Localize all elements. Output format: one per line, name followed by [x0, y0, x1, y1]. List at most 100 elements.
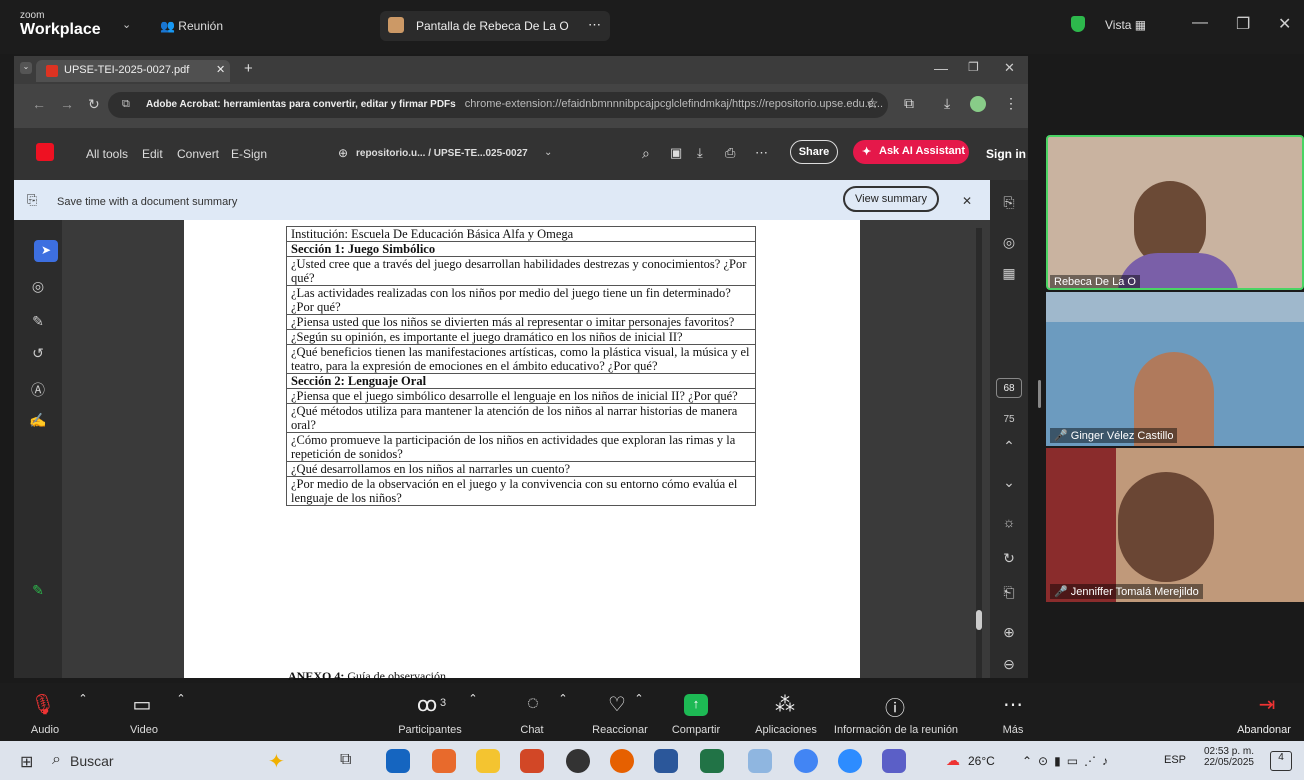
- thumbnails-icon[interactable]: ▣: [670, 145, 682, 161]
- copilot-sparkle-icon[interactable]: ✦: [268, 749, 285, 774]
- comment-tool-icon[interactable]: ◎: [14, 278, 62, 295]
- sign-in-button[interactable]: Sign in: [986, 147, 1026, 161]
- share-button[interactable]: Share: [790, 140, 838, 164]
- react-options-icon[interactable]: ⌃: [632, 692, 646, 705]
- organize-pages-icon[interactable]: ⎗: [990, 584, 1028, 601]
- share-screen-button[interactable]: Compartir: [664, 724, 728, 736]
- menu-edit[interactable]: Edit: [142, 147, 163, 161]
- participants-icon[interactable]: ꝏ: [412, 692, 442, 717]
- forward-icon[interactable]: →: [60, 96, 74, 112]
- brightness-icon[interactable]: ☼: [990, 514, 1028, 530]
- chat-button[interactable]: Chat: [512, 724, 552, 736]
- file-explorer-icon[interactable]: [476, 749, 500, 773]
- download-icon[interactable]: ⤓: [944, 95, 950, 112]
- firefox-icon[interactable]: [610, 749, 634, 773]
- menu-esign[interactable]: E-Sign: [231, 147, 267, 161]
- browser-menu-icon[interactable]: ⋮: [1004, 95, 1018, 112]
- close-tab-icon[interactable]: ✕: [216, 63, 225, 76]
- more-icon[interactable]: ⋯: [588, 17, 601, 33]
- notification-center-icon[interactable]: 4: [1270, 751, 1292, 771]
- text-tool-icon[interactable]: Ⓐ: [14, 380, 62, 400]
- video-tile-2[interactable]: 🎤 Ginger Vélez Castillo: [1046, 292, 1304, 446]
- excel-icon[interactable]: [700, 749, 724, 773]
- more-options-icon[interactable]: ⋯: [998, 692, 1028, 717]
- more-tools-icon[interactable]: ⋯: [755, 145, 768, 161]
- video-tile-1[interactable]: Rebeca De La O: [1046, 135, 1304, 290]
- info-icon[interactable]: ⓘ: [880, 692, 910, 721]
- taskbar-search-icon[interactable]: ⌕: [52, 751, 61, 769]
- tab-menu-icon[interactable]: ⌄: [20, 62, 32, 74]
- shield-icon[interactable]: [1071, 16, 1085, 32]
- video-button[interactable]: Video: [124, 724, 164, 736]
- outlook-icon[interactable]: [386, 749, 410, 773]
- view-button[interactable]: Vista ▦: [1105, 18, 1146, 32]
- video-options-icon[interactable]: ⌃: [174, 692, 188, 705]
- extensions-icon[interactable]: ⧉: [904, 95, 914, 112]
- ask-ai-button[interactable]: ✦ Ask AI Assistant: [853, 140, 969, 164]
- close-icon[interactable]: ✕: [1278, 14, 1291, 34]
- taskbar-search[interactable]: Buscar: [70, 753, 114, 769]
- photos-icon[interactable]: [432, 749, 456, 773]
- bookmark-star-icon[interactable]: ☆: [866, 95, 879, 112]
- close-banner-icon[interactable]: ✕: [962, 194, 972, 208]
- word-icon[interactable]: [654, 749, 678, 773]
- react-heart-icon[interactable]: ♡: [602, 692, 632, 717]
- panel-resize-handle[interactable]: [1038, 380, 1041, 408]
- input-language[interactable]: ESP: [1164, 754, 1186, 766]
- chat-options-icon[interactable]: ⌃: [556, 692, 570, 705]
- highlight-tool-icon[interactable]: ✎: [14, 313, 62, 330]
- screen-share-indicator[interactable]: Pantalla de Rebeca De La O ⋯: [380, 11, 610, 41]
- weather-temp[interactable]: 26°C: [968, 754, 995, 768]
- doc-path-chevron-icon[interactable]: ⌄: [544, 147, 552, 158]
- chrome-icon[interactable]: [794, 749, 818, 773]
- chevron-down-icon[interactable]: ⌄: [122, 18, 131, 31]
- apps-icon[interactable]: ⁂: [770, 692, 800, 717]
- meeting-info-button[interactable]: Información de la reunión: [826, 724, 966, 736]
- sign-tool-icon[interactable]: ✍: [14, 412, 62, 429]
- teams-icon[interactable]: [882, 749, 906, 773]
- scrollbar-thumb[interactable]: [976, 610, 982, 630]
- page-down-icon[interactable]: ⌄: [990, 474, 1028, 491]
- leave-button[interactable]: Abandonar: [1232, 724, 1296, 736]
- menu-convert[interactable]: Convert: [177, 147, 219, 161]
- profile-icon[interactable]: [970, 96, 986, 112]
- minimize-icon[interactable]: —: [1192, 14, 1208, 32]
- select-tool-icon[interactable]: ➤: [34, 240, 58, 262]
- comments-panel-icon[interactable]: ◎: [990, 234, 1028, 251]
- taskbar-clock[interactable]: 02:53 p. m. 22/05/2025: [1196, 746, 1254, 768]
- restore-icon[interactable]: ❐: [1236, 14, 1250, 34]
- back-icon[interactable]: ←: [32, 96, 46, 112]
- edit-pen-icon[interactable]: ✎: [14, 582, 62, 599]
- summary-panel-icon[interactable]: ⎘: [990, 194, 1028, 211]
- browser-close-icon[interactable]: ✕: [1004, 60, 1015, 76]
- powerpoint-icon[interactable]: [520, 749, 544, 773]
- zoom-out-icon[interactable]: ⊖: [990, 656, 1028, 673]
- draw-tool-icon[interactable]: ↺: [14, 345, 62, 362]
- menu-all-tools[interactable]: All tools: [86, 147, 128, 161]
- zoom-app-icon[interactable]: [838, 749, 862, 773]
- thumbnail-panel-icon[interactable]: ▦: [990, 265, 1028, 282]
- doc-path[interactable]: repositorio.u... / UPSE-TE...025-0027: [356, 148, 528, 159]
- print-icon[interactable]: ⎙: [725, 145, 735, 161]
- page-number-input[interactable]: 68: [996, 378, 1022, 398]
- zoom-in-icon[interactable]: ⊕: [990, 624, 1028, 641]
- video-camera-icon[interactable]: ▭: [124, 692, 160, 717]
- video-tile-3[interactable]: 🎤 Jenniffer Tomalá Merejildo: [1046, 448, 1304, 602]
- browser-restore-icon[interactable]: ❐: [968, 60, 979, 74]
- view-summary-button[interactable]: View summary: [843, 186, 939, 212]
- rotate-icon[interactable]: ↻: [990, 550, 1028, 567]
- react-button[interactable]: Reaccionar: [580, 724, 660, 736]
- more-button[interactable]: Más: [998, 724, 1028, 736]
- reload-icon[interactable]: ↻: [88, 96, 100, 113]
- chat-icon[interactable]: ◌: [518, 692, 548, 715]
- tray-icons[interactable]: ⌃⊙▮▭⋰♪: [1022, 754, 1114, 768]
- browser-minimize-icon[interactable]: —: [934, 60, 948, 76]
- url-field[interactable]: ⧉ Adobe Acrobat: herramientas para conve…: [108, 92, 888, 118]
- search-icon[interactable]: ⌕: [642, 145, 650, 162]
- tab-pdf[interactable]: UPSE-TEI-2025-0027.pdf ✕: [36, 60, 230, 82]
- participants-button[interactable]: Participantes: [390, 724, 470, 736]
- save-download-icon[interactable]: ⤓: [697, 145, 703, 161]
- apps-button[interactable]: Aplicaciones: [748, 724, 824, 736]
- audio-button[interactable]: Audio: [20, 724, 70, 736]
- task-view-icon[interactable]: ⧉: [340, 751, 351, 769]
